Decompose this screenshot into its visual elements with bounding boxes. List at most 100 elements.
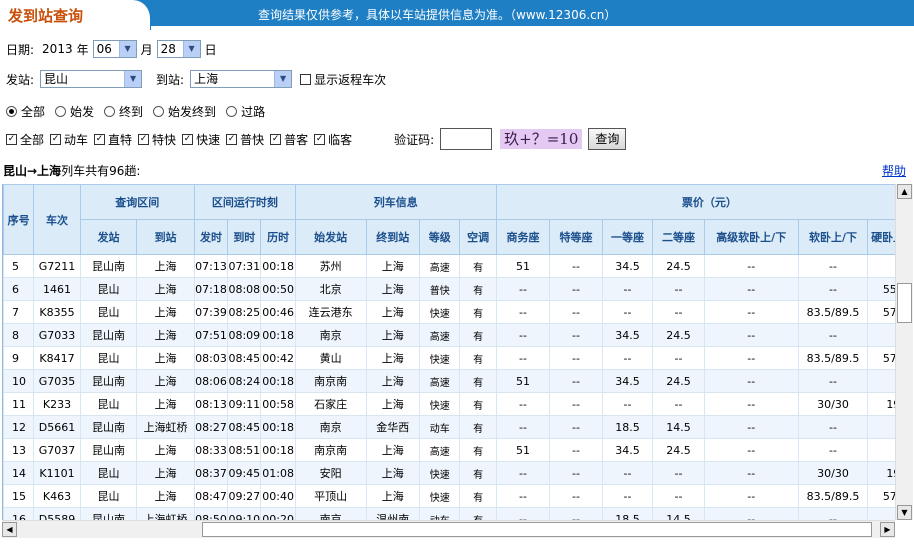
table-row[interactable]: 14 K1101 昆山 上海 08:37 09:45 01:08 安阳 上海 快速有 -- -- -- -…	[3, 461, 896, 485]
table-cell: 快速	[419, 484, 461, 508]
table-row[interactable]: 8 G7033 昆山南 上海 07:51 08:09 00:18 南京 上海 高速有 -- -- 34.…	[3, 323, 896, 347]
table-cell: --	[652, 346, 705, 370]
checkbox[interactable]: ✓	[270, 133, 282, 145]
table-cell: --	[601, 484, 654, 508]
table-cell: 南京	[294, 507, 367, 520]
station-type-terminal[interactable]: 终到	[104, 103, 143, 120]
table-cell: --	[495, 461, 551, 485]
table-cell: D5661	[33, 415, 81, 439]
table-cell: G7035	[33, 369, 81, 393]
scroll-left-icon[interactable]: ◀	[2, 522, 17, 537]
sub-header: 始发站	[294, 219, 367, 255]
table-cell: --	[549, 369, 603, 393]
table-cell: --	[652, 461, 705, 485]
station-type-passing[interactable]: 过路	[226, 103, 265, 120]
train-type-ordinary-fast[interactable]: ✓ 普快	[226, 131, 264, 148]
table-row[interactable]: 10 G7035 昆山南 上海 08:06 08:24 00:18 南京南 上海 高速有 51 -- 3…	[3, 369, 896, 393]
radio-button[interactable]	[6, 106, 17, 117]
table-cell: 高速	[419, 369, 461, 393]
help-link[interactable]: 帮助	[882, 162, 906, 179]
query-button[interactable]: 查询	[588, 128, 627, 150]
table-row[interactable]: 16D5589昆山南上海虹桥08:5009:1000:20南京温州南动车有---…	[3, 507, 896, 520]
radio-button[interactable]	[153, 106, 165, 117]
table-row[interactable]: 6 1461 昆山 上海 07:18 08:08 00:50 北京 上海 普快有 -- -- -- -- -…	[3, 277, 896, 301]
train-type-emu[interactable]: ✓ 动车	[50, 131, 88, 148]
train-type-ordinary[interactable]: ✓ 普客	[270, 131, 308, 148]
table-row[interactable]: 5 G7211 昆山南 上海 07:13 07:31 00:18 苏州 上海 高速有 51 -- 34.…	[3, 254, 896, 278]
day-select[interactable]: 28 ▼	[156, 40, 201, 58]
scroll-down-icon[interactable]: ▼	[897, 505, 912, 520]
col-seq: 序号	[3, 184, 35, 255]
table-cell: --	[797, 507, 869, 520]
table-cell: 南京	[294, 323, 367, 347]
table-cell: 上海	[136, 484, 195, 508]
captcha-image[interactable]: 玖+？=10	[500, 129, 583, 149]
table-cell: 上海	[136, 392, 195, 416]
table-cell: 08:08	[227, 277, 262, 301]
table-row[interactable]: 9 K8417 昆山 上海 08:03 08:45 00:42 黄山 上海 快速有 -- -- -- --…	[3, 346, 896, 370]
radio-button[interactable]	[104, 106, 116, 117]
train-type-express[interactable]: ✓ 特快	[138, 131, 176, 148]
train-type-direct[interactable]: ✓ 直特	[94, 131, 132, 148]
sub-header: 到时	[227, 219, 262, 255]
scroll-thumb[interactable]	[897, 283, 912, 323]
table-cell: 5	[3, 254, 35, 278]
to-station-select[interactable]: 上海 ▼	[190, 70, 293, 88]
table-row[interactable]: 11 K233 昆山 上海 08:13 09:11 00:58 石家庄 上海 快速有 -- -- -- -…	[3, 392, 896, 416]
station-type-origin[interactable]: 始发	[55, 103, 94, 120]
table-row[interactable]: 7 K8355 昆山 上海 07:39 08:25 00:46 连云港东 上海 快速有 -- -- --…	[3, 300, 896, 324]
vertical-scrollbar[interactable]: ▲ ▼	[895, 184, 913, 520]
sub-header: 二等座	[652, 219, 705, 255]
sub-header: 空调	[459, 219, 497, 255]
table-cell: --	[495, 415, 551, 439]
station-type-origin-terminal[interactable]: 始发终到	[153, 103, 216, 120]
scroll-right-icon[interactable]: ▶	[880, 522, 895, 537]
month-select[interactable]: 06 ▼	[92, 40, 137, 58]
radio-button[interactable]	[55, 106, 67, 117]
table-cell: 平顶山	[294, 484, 367, 508]
return-trains-option[interactable]: 显示返程车次	[300, 71, 386, 88]
horizontal-scrollbar[interactable]: ◀ ▶	[2, 520, 895, 538]
table-cell: --	[495, 392, 551, 416]
train-type-fast[interactable]: ✓ 快速	[182, 131, 220, 148]
table-cell: --	[652, 277, 705, 301]
radio-button[interactable]	[226, 106, 238, 117]
result-summary: 昆山→上海列车共有96趟:	[3, 162, 140, 179]
captcha-input[interactable]	[440, 128, 493, 150]
table-row[interactable]: 15 K463 昆山 上海 08:47 09:27 00:40 平顶山 上海 快速有 -- -- -- -…	[3, 484, 896, 508]
table-cell: 上海	[365, 346, 421, 370]
checkbox[interactable]: ✓	[226, 133, 238, 145]
table-cell: 24.5	[652, 369, 705, 393]
checkbox[interactable]: ✓	[138, 133, 150, 145]
table-cell: 上海	[136, 300, 195, 324]
checkbox[interactable]: ✓	[6, 133, 17, 145]
train-type-all[interactable]: ✓ 全部	[6, 131, 44, 148]
table-cell: 83.5/89.5	[797, 300, 869, 324]
checkbox[interactable]: ✓	[182, 133, 194, 145]
table-cell: 08:24	[227, 369, 262, 393]
checkbox[interactable]: ✓	[50, 133, 62, 145]
table-cell: 00:46	[260, 300, 296, 324]
table-row[interactable]: 12 D5661 昆山南 上海虹桥 08:27 08:45 00:18 南京 金华西 动车有 -- -…	[3, 415, 896, 439]
table-cell: K8355	[33, 300, 81, 324]
table-cell: --	[652, 484, 705, 508]
table-cell: 有	[459, 323, 497, 347]
checkbox[interactable]: ✓	[94, 133, 106, 145]
count-text: 列车共有96趟:	[61, 164, 141, 178]
option-label: 始发	[70, 105, 95, 119]
train-type-temporary[interactable]: ✓ 临客	[314, 131, 352, 148]
table-row[interactable]: 13 G7037 昆山南 上海 08:33 08:51 00:18 南京南 上海 高速有 51 -- 3…	[3, 438, 896, 462]
table-cell: 南京南	[294, 438, 367, 462]
checkbox[interactable]: ✓	[314, 133, 326, 145]
option-label: 过路	[241, 105, 266, 119]
from-station-select[interactable]: 昆山 ▼	[40, 70, 143, 88]
scroll-up-icon[interactable]: ▲	[897, 184, 912, 199]
station-type-all[interactable]: 全部	[6, 103, 45, 120]
table-cell: --	[549, 254, 603, 278]
return-trains-checkbox[interactable]	[300, 73, 312, 85]
table-cell: --	[601, 277, 654, 301]
scroll-thumb-horizontal[interactable]	[202, 522, 872, 537]
table-cell: K1101	[33, 461, 81, 485]
table-cell: 08:27	[193, 415, 229, 439]
chevron-down-icon: ▼	[124, 71, 142, 87]
